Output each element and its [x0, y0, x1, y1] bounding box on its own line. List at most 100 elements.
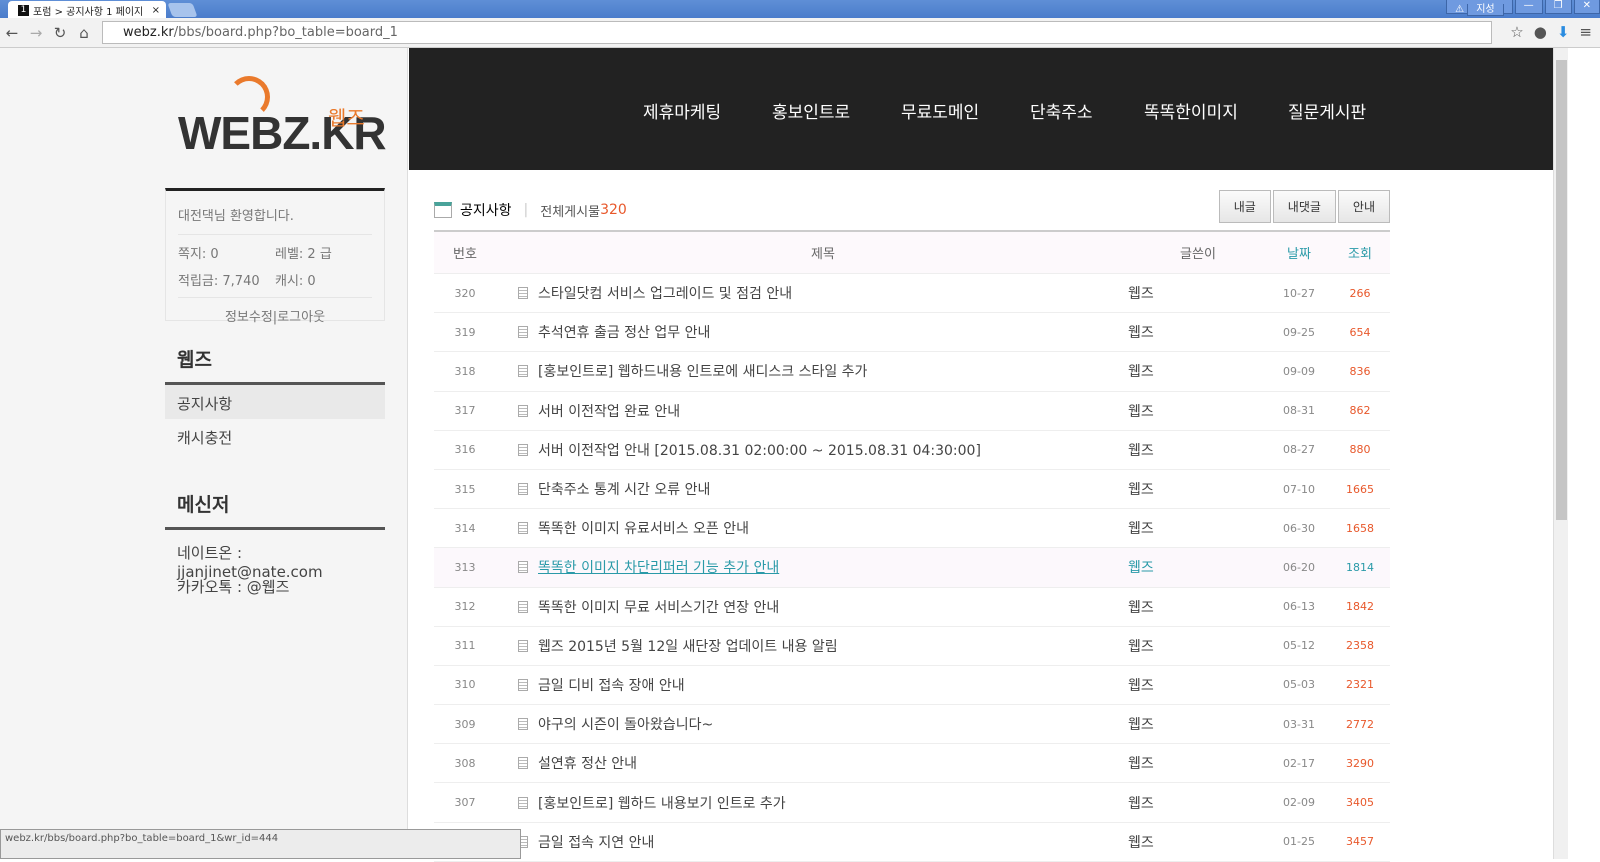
my-posts-button[interactable]: 내글 — [1218, 190, 1271, 223]
post-title-link[interactable]: 서버 이전작업 완료 안내 — [538, 401, 680, 421]
table-row[interactable]: 311 웹즈 2015년 5월 12일 새단장 업데이트 내용 알림 웹즈 05… — [434, 627, 1390, 666]
post-title-link[interactable]: 단축주소 통계 시간 오류 안내 — [538, 479, 710, 499]
nav-smart-image[interactable]: 똑똑한이미지 — [1144, 98, 1238, 123]
scrollbar-thumb[interactable] — [1556, 60, 1567, 520]
post-author[interactable]: 웹즈 — [1128, 557, 1268, 577]
menu-icon[interactable]: ≡ — [1579, 23, 1592, 41]
post-author[interactable]: 웹즈 — [1128, 322, 1268, 342]
post-views: 266 — [1349, 286, 1371, 300]
post-author[interactable]: 웹즈 — [1128, 636, 1268, 656]
post-title-link[interactable]: 똑똑한 이미지 차단리퍼러 기능 추가 안내 — [538, 557, 779, 577]
extension-icon[interactable]: ● — [1534, 23, 1547, 41]
post-date: 09-09 — [1283, 364, 1315, 378]
browser-tab[interactable]: 1 포럼 > 공지사항 1 페이지 × — [8, 1, 166, 18]
header-views[interactable]: 조회 — [1330, 243, 1390, 262]
sidebar — [0, 48, 408, 859]
tab-title: 포럼 > 공지사항 1 페이지 — [33, 7, 144, 18]
table-row[interactable]: 308 설연휴 정산 안내 웹즈 02-17 3290 — [434, 744, 1390, 784]
nav-affiliate-marketing[interactable]: 제휴마케팅 — [643, 98, 721, 123]
post-title-link[interactable]: 똑똑한 이미지 무료 서비스기간 연장 안내 — [538, 597, 779, 617]
nav-qna-board[interactable]: 질문게시판 — [1288, 98, 1366, 123]
header-date[interactable]: 날짜 — [1268, 243, 1330, 262]
minimize-button[interactable]: — — [1514, 0, 1543, 14]
post-author[interactable]: 웹즈 — [1128, 675, 1268, 695]
table-row[interactable]: 313 똑똑한 이미지 차단리퍼러 기능 추가 안내 웹즈 06-20 1814 — [434, 548, 1390, 588]
home-icon[interactable]: ⌂ — [72, 24, 96, 42]
post-number: 313 — [454, 560, 476, 574]
post-author[interactable]: 웹즈 — [1128, 440, 1268, 460]
header-title: 제목 — [811, 247, 835, 262]
post-title-link[interactable]: 똑똑한 이미지 유료서비스 오픈 안내 — [538, 518, 749, 538]
close-tab-icon[interactable]: × — [152, 5, 160, 16]
table-row[interactable]: 314 똑똑한 이미지 유료서비스 오픈 안내 웹즈 06-30 1658 — [434, 509, 1390, 549]
post-number: 308 — [454, 756, 476, 770]
table-row[interactable]: 309 야구의 시즌이 돌아왔습니다~ 웹즈 03-31 2772 — [434, 705, 1390, 745]
post-views: 2772 — [1346, 717, 1374, 731]
edit-profile-link[interactable]: 정보수정 — [225, 310, 273, 325]
table-row[interactable]: 315 단축주소 통계 시간 오류 안내 웹즈 07-10 1665 — [434, 470, 1390, 510]
post-title-link[interactable]: 스타일닷컴 서비스 업그레이드 및 점검 안내 — [538, 283, 792, 303]
my-comments-button[interactable]: 내댓글 — [1272, 190, 1336, 223]
back-icon[interactable]: ← — [0, 24, 24, 42]
document-icon — [518, 404, 528, 417]
download-icon[interactable]: ⬇ — [1557, 23, 1570, 41]
post-title-link[interactable]: [홍보인트로] 웹하드내용 인트로에 새디스크 스타일 추가 — [538, 361, 867, 381]
document-icon — [518, 483, 528, 496]
site-logo[interactable]: WEBZ.KR 웹즈 — [178, 76, 387, 166]
post-views: 880 — [1349, 443, 1371, 457]
table-row[interactable]: 319 추석연휴 출금 정산 업무 안내 웹즈 09-25 654 — [434, 313, 1390, 353]
table-row[interactable]: 316 서버 이전작업 안내 [2015.08.31 02:00:00 ~ 20… — [434, 431, 1390, 470]
post-author[interactable]: 웹즈 — [1128, 793, 1268, 813]
table-row[interactable]: 318 [홍보인트로] 웹하드내용 인트로에 새디스크 스타일 추가 웹즈 09… — [434, 352, 1390, 392]
post-views: 1842 — [1346, 600, 1374, 614]
post-number: 317 — [454, 404, 476, 418]
nav-free-domain[interactable]: 무료도메인 — [901, 98, 979, 123]
bookmark-star-icon[interactable]: ☆ — [1510, 23, 1523, 41]
guide-button[interactable]: 안내 — [1337, 190, 1390, 223]
section-title: 메신저 — [165, 490, 385, 530]
profile-warning[interactable]: ⚠ 지성 — [1446, 0, 1513, 16]
memo-count[interactable]: 쪽지: 0 — [178, 243, 275, 262]
post-title-link[interactable]: 추석연휴 출금 정산 업무 안내 — [538, 322, 710, 342]
address-bar[interactable]: webz.kr/bbs/board.php?bo_table=board_1 — [102, 21, 1492, 44]
page-scrollbar[interactable] — [1553, 48, 1568, 859]
document-icon — [518, 757, 528, 770]
table-row[interactable]: 307 [홍보인트로] 웹하드 내용보기 인트로 추가 웹즈 02-09 340… — [434, 783, 1390, 823]
post-author[interactable]: 웹즈 — [1128, 714, 1268, 734]
table-row[interactable]: 310 금일 디비 접속 장애 안내 웹즈 05-03 2321 — [434, 666, 1390, 706]
reload-icon[interactable]: ↻ — [48, 24, 72, 42]
post-author[interactable]: 웹즈 — [1128, 401, 1268, 421]
document-icon — [518, 443, 528, 456]
post-author[interactable]: 웹즈 — [1128, 283, 1268, 303]
nav-promo-intro[interactable]: 홍보인트로 — [772, 98, 850, 123]
post-author[interactable]: 웹즈 — [1128, 518, 1268, 538]
post-title-link[interactable]: [홍보인트로] 웹하드 내용보기 인트로 추가 — [538, 793, 786, 813]
sidebar-item-cash-charge[interactable]: 캐시충전 — [165, 419, 385, 453]
post-title-link[interactable]: 서버 이전작업 안내 [2015.08.31 02:00:00 ~ 2015.0… — [538, 440, 981, 460]
table-row[interactable]: 306 금일 접속 지연 안내 웹즈 01-25 3457 — [434, 823, 1390, 862]
post-author[interactable]: 웹즈 — [1128, 832, 1268, 852]
post-author[interactable]: 웹즈 — [1128, 753, 1268, 773]
table-row[interactable]: 320 스타일닷컴 서비스 업그레이드 및 점검 안내 웹즈 10-27 266 — [434, 274, 1390, 314]
close-window-button[interactable]: ✕ — [1573, 0, 1600, 14]
post-title-link[interactable]: 금일 디비 접속 장애 안내 — [538, 675, 685, 695]
document-icon — [518, 600, 528, 613]
post-number: 310 — [454, 678, 476, 692]
post-author[interactable]: 웹즈 — [1128, 361, 1268, 381]
post-title-link[interactable]: 설연휴 정산 안내 — [538, 753, 637, 773]
table-row[interactable]: 312 똑똑한 이미지 무료 서비스기간 연장 안내 웹즈 06-13 1842 — [434, 588, 1390, 627]
post-title-link[interactable]: 금일 접속 지연 안내 — [538, 832, 654, 852]
sidebar-item-notice[interactable]: 공지사항 — [165, 385, 385, 419]
post-title-link[interactable]: 웹즈 2015년 5월 12일 새단장 업데이트 내용 알림 — [538, 636, 838, 656]
document-icon — [518, 718, 528, 731]
new-tab-button[interactable] — [167, 3, 198, 17]
forward-icon[interactable]: → — [24, 24, 48, 42]
post-author[interactable]: 웹즈 — [1128, 479, 1268, 499]
table-row[interactable]: 317 서버 이전작업 완료 안내 웹즈 08-31 862 — [434, 392, 1390, 431]
restore-button[interactable]: ❐ — [1544, 0, 1572, 14]
post-author[interactable]: 웹즈 — [1128, 597, 1268, 617]
post-number: 312 — [454, 600, 476, 614]
post-title-link[interactable]: 야구의 시즌이 돌아왔습니다~ — [538, 714, 713, 734]
logout-link[interactable]: 로그아웃 — [277, 310, 325, 325]
nav-short-url[interactable]: 단축주소 — [1030, 98, 1093, 123]
